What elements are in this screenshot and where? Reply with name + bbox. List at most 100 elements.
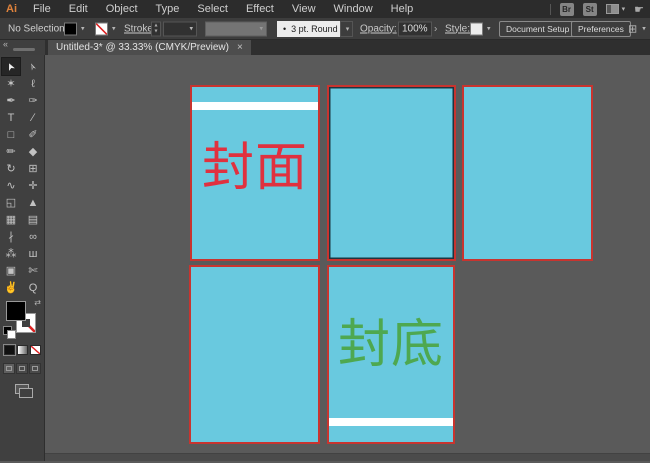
magic-wand-tool[interactable]: ✶ [2, 75, 20, 92]
lasso-tool[interactable]: ℓ [24, 75, 42, 92]
back-bottom-stripe [329, 418, 453, 426]
stepper-down-icon[interactable]: ▾ [154, 29, 157, 35]
panel-grip[interactable] [13, 48, 35, 51]
pencil-icon: ✏ [6, 145, 15, 158]
selection-icon: ➤ [4, 60, 18, 72]
stroke-weight-dropdown[interactable]: ▾ [163, 21, 197, 36]
document-setup-button[interactable]: Document Setup [499, 21, 576, 37]
artboard-page-4[interactable] [189, 265, 320, 444]
fill-color-control[interactable]: ▾ [64, 22, 85, 35]
close-icon[interactable]: × [237, 43, 243, 53]
menu-select[interactable]: Select [188, 0, 237, 18]
column-graph-icon: ш [29, 248, 38, 260]
draw-modes-row [3, 363, 41, 374]
artboard-back-cover[interactable]: 封底 [327, 265, 455, 444]
menu-type[interactable]: Type [147, 0, 189, 18]
chevron-down-icon: ▾ [81, 25, 85, 33]
menu-bar: Ai File Edit Object Type Select Effect V… [0, 0, 650, 18]
pen-tool[interactable]: ✒ [2, 92, 20, 109]
color-button[interactable] [4, 345, 15, 355]
rectangle-tool[interactable]: □ [2, 126, 20, 143]
brush-definition-dropdown[interactable]: • 3 pt. Round [277, 21, 344, 37]
back-cover-text[interactable]: 封底 [329, 257, 453, 432]
preferences-button[interactable]: Preferences [571, 21, 631, 37]
scale-icon: ⊞ [28, 162, 37, 175]
brushes-panel-button[interactable]: Br [560, 3, 574, 16]
artboard-cover[interactable]: 封面 [190, 85, 320, 261]
rotate-icon: ↻ [6, 162, 15, 175]
stroke-color-control[interactable]: ▾ [95, 22, 116, 35]
paintbrush-tool[interactable]: ✐ [24, 126, 42, 143]
pencil-tool[interactable]: ✏ [2, 143, 20, 160]
brush-name: 3 pt. Round [291, 24, 338, 34]
draw-behind-button[interactable] [16, 363, 28, 374]
canvas-area[interactable]: 封面 封底 [45, 55, 650, 461]
artboard-page-2[interactable] [327, 85, 456, 261]
eyedropper-tool[interactable]: ∤ [2, 228, 20, 245]
chevron-down-icon: ▾ [346, 25, 350, 33]
workspace-switcher[interactable]: ▾ [606, 4, 626, 14]
menu-edit[interactable]: Edit [60, 0, 97, 18]
brush-definition-chevron[interactable]: ▾ [340, 21, 353, 37]
rotate-tool[interactable]: ↻ [2, 160, 20, 177]
align-options-control[interactable]: ⊞ ▾ [628, 22, 646, 35]
opacity-value: 100% [402, 23, 428, 34]
document-tab[interactable]: Untitled-3* @ 33.33% (CMYK/Preview) × [48, 40, 251, 55]
zoom-tool[interactable]: Q [24, 279, 42, 296]
style-control[interactable]: ▾ [470, 22, 491, 35]
zoom-icon: Q [29, 282, 38, 294]
scale-tool[interactable]: ⊞ [24, 160, 42, 177]
hand-tool[interactable]: ✌ [2, 279, 20, 296]
width-tool[interactable]: ∿ [2, 177, 20, 194]
artboard-tool[interactable]: ▣ [2, 262, 20, 279]
blend-tool[interactable]: ∞ [24, 228, 42, 245]
puppet-warp-tool[interactable]: ✛ [24, 177, 42, 194]
selection-tool[interactable]: ➤ [2, 58, 20, 75]
draw-inside-button[interactable] [29, 363, 41, 374]
chevron-down-icon: ▾ [112, 25, 116, 33]
symbol-sprayer-tool[interactable]: ⁂ [2, 245, 20, 262]
opacity-arrow-icon[interactable]: › [434, 23, 437, 34]
draw-normal-button[interactable] [3, 363, 15, 374]
chevron-down-icon: ▾ [642, 25, 646, 33]
swap-fill-stroke-icon[interactable]: ⇄ [34, 298, 41, 307]
style-label[interactable]: Style: [445, 23, 470, 34]
eraser-tool[interactable]: ◆ [24, 143, 42, 160]
gradient-tool[interactable]: ▤ [24, 211, 42, 228]
direct-selection-tool[interactable]: ➢ [24, 58, 42, 75]
collapse-panel-icon[interactable]: « [3, 39, 8, 49]
graphic-styles-panel-button[interactable]: St [583, 3, 597, 16]
column-graph-tool[interactable]: ш [24, 245, 42, 262]
pen-icon: ✒ [6, 94, 15, 107]
menu-help[interactable]: Help [382, 0, 423, 18]
touch-workspace-icon[interactable]: ☛ [634, 3, 644, 16]
opacity-field[interactable]: 100% [398, 21, 432, 36]
curvature-tool[interactable]: ✑ [24, 92, 42, 109]
gradient-button[interactable] [17, 345, 28, 355]
fill-proxy[interactable] [6, 301, 26, 321]
cover-text[interactable]: 封面 [192, 82, 318, 254]
slice-tool[interactable]: ✄ [24, 262, 42, 279]
line-segment-tool[interactable]: ∕ [24, 109, 42, 126]
menubar-separator [550, 4, 551, 15]
menu-file[interactable]: File [24, 0, 60, 18]
stroke-weight-stepper[interactable]: ▴ ▾ [151, 21, 161, 36]
artboard-page-3[interactable] [462, 85, 593, 261]
mesh-tool[interactable]: ▦ [2, 211, 20, 228]
blend-icon: ∞ [29, 231, 37, 243]
menu-view[interactable]: View [283, 0, 325, 18]
shape-builder-tool[interactable]: ◱ [2, 194, 20, 211]
default-fill-stroke-icon[interactable] [3, 326, 12, 335]
menu-effect[interactable]: Effect [237, 0, 283, 18]
opacity-label[interactable]: Opacity: [360, 23, 397, 34]
none-button[interactable] [30, 345, 41, 355]
stroke-none-swatch-icon [95, 22, 108, 35]
menu-window[interactable]: Window [325, 0, 382, 18]
chevron-down-icon: ▾ [487, 25, 491, 33]
type-tool[interactable]: T [2, 109, 20, 126]
menu-object[interactable]: Object [97, 0, 147, 18]
mesh-icon: ▦ [6, 213, 16, 226]
screen-mode-button[interactable] [15, 384, 29, 394]
selection-status: No Selection [8, 23, 65, 34]
perspective-grid-tool[interactable]: ▲ [24, 194, 42, 211]
